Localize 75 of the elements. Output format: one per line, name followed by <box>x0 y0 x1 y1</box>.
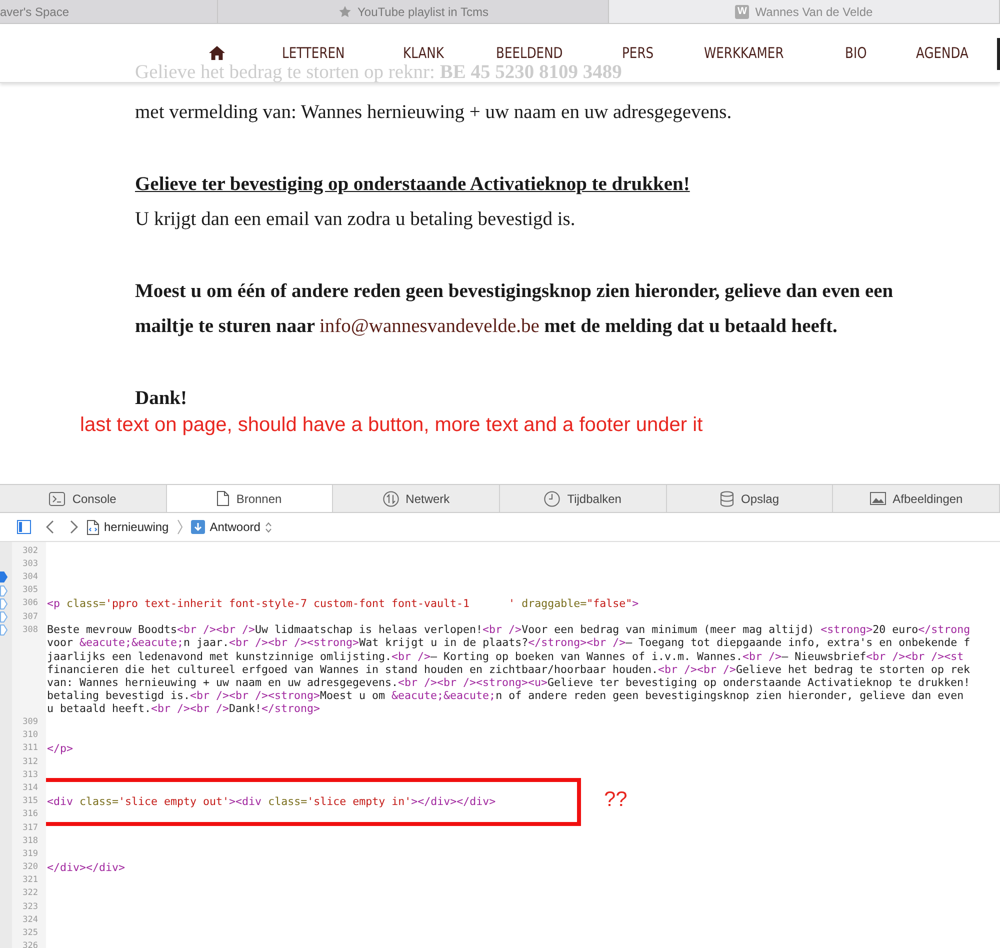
line-number: 303 <box>22 558 38 569</box>
devtools-tab[interactable]: Tijdbalken <box>500 485 667 512</box>
code-line: financieren die het cultureel erfgoed van Wannes in stand houden en zichtbaar/hoorbaar houden.<br /><br />Gelieve het bedrag te storten op rek <box>47 662 970 676</box>
code-line: <p class='ppro text-inherit font-style-7 custom-font font-vault-1 ' draggable="false"> <box>47 596 639 610</box>
nav-link[interactable]: BEELDEND <box>496 44 564 62</box>
separator-icon <box>176 519 183 535</box>
line-number: 313 <box>22 770 38 780</box>
nav-link[interactable]: PERS <box>622 44 654 62</box>
star-icon <box>338 4 352 18</box>
back-icon[interactable] <box>45 520 55 534</box>
line-number: 305 <box>22 585 38 596</box>
forward-icon[interactable] <box>69 520 79 534</box>
line-number: 306 <box>22 598 38 608</box>
code-line: </div></div> <box>47 860 126 874</box>
paragraph: met vermelding van: Wannes hernieuwing + uw naam en uw adresgegevens. <box>135 101 733 125</box>
line-number: 302 <box>22 546 38 556</box>
line-number: 310 <box>22 730 38 740</box>
home-icon[interactable] <box>208 45 226 61</box>
nav-link[interactable]: KLANK <box>402 44 444 62</box>
line-number: 315 <box>22 796 38 806</box>
line-number: 319 <box>22 848 38 859</box>
paragraph: U krijgt dan een email van zodra u betaling bevestigd is. <box>135 208 576 232</box>
line-number: 323 <box>22 902 38 912</box>
line-number: 326 <box>22 941 38 948</box>
line-number: 318 <box>22 836 38 846</box>
email-link[interactable]: info@wannesvandevelde.be <box>320 316 540 337</box>
clock-icon <box>544 490 560 506</box>
devtools-tab[interactable]: Opslag <box>666 485 834 512</box>
nav-link[interactable]: WERKKAMER <box>704 44 784 62</box>
code-line: betaling bevestigd is.<br /><br /><strong>Moest u om &eacute;&eacute;n of andere reden geen bevestigingsknop zien hieronder, gelieve dan even <box>47 689 964 702</box>
site-icon: W <box>735 4 750 18</box>
sidebar-toggle-icon[interactable] <box>17 520 31 534</box>
file-icon <box>87 520 99 534</box>
question-marks: ?? <box>604 788 628 812</box>
line-number: 325 <box>22 928 38 938</box>
line-number: 317 <box>22 822 38 833</box>
line-number: 309 <box>22 717 38 728</box>
chooser-icon <box>265 522 272 532</box>
code-line: Beste mevrouw Boodts<br /><br />Uw lidmaatschap is helaas verlopen!<br />Voor een bedrag van minimum (meer mag altijd) <strong>20 euro</strong <box>47 623 970 636</box>
paragraph: Moest u om één of andere reden geen bevestigingsknop zien hieronder, gelieve dan even een mailtje te sturen naar info@wannesvandevelde.be met de melding dat u betaald heeft. <box>135 280 894 339</box>
image-icon <box>870 492 886 505</box>
line-number: 304 <box>22 572 38 582</box>
devtools-tab[interactable]: Bronnen <box>166 485 334 512</box>
code-line: van: Wannes hernieuwing + uw naam en uw adresgegevens.<br /><br /><strong><u>Gelieve ter bevestiging op onderstaande Activatieknop te drukken! <box>47 676 970 689</box>
line-number: 321 <box>22 875 38 886</box>
line-number: 316 <box>22 809 38 820</box>
nav-link[interactable]: BIO <box>845 44 868 62</box>
paragraph: Gelieve ter bevestiging op onderstaande Activatieknop te drukken! <box>135 172 691 196</box>
line-number: 314 <box>22 782 38 793</box>
line-number: 322 <box>22 888 38 898</box>
line-number: 324 <box>22 914 38 925</box>
line-number: 311 <box>22 743 38 754</box>
breakpoint-icon[interactable] <box>0 571 8 584</box>
nav-link[interactable]: LETTEREN <box>282 44 345 62</box>
breadcrumb-item[interactable]: Antwoord <box>190 520 272 534</box>
code-line: voor &eacute;&eacute;n jaar.<br /><br /><strong>Wat krijgt u in de plaats?</strong><br />– Toegang tot diepgaande info, extra's en onbekende f <box>47 636 970 650</box>
code-line: </p> <box>47 742 74 755</box>
line-number: 307 <box>22 612 38 622</box>
download-icon <box>190 520 205 534</box>
devtools-tab[interactable]: Afbeeldingen <box>833 485 1000 512</box>
line-number: 312 <box>22 756 38 767</box>
file-icon <box>217 491 230 506</box>
code-line: u betaald heeft.<br /><br />Dank!</strong> <box>47 702 320 716</box>
console-icon <box>49 492 66 506</box>
network-icon <box>382 490 399 506</box>
code-line: jaarlijks een ledenavond met kunstzinnige omlijsting.<br />– Korting op boeken van Wannes of i.v.m. Wannes.<br />– Nieuwsbrief<br /><br /><st <box>47 650 964 663</box>
nav-link[interactable]: AGENDA <box>916 44 968 62</box>
breadcrumb-item[interactable]: hernieuwing <box>87 520 169 534</box>
database-icon <box>720 490 734 506</box>
paragraph: Dank! <box>135 386 188 410</box>
line-number: 320 <box>22 862 38 872</box>
code-line: <div class='slice empty out'><div class='slice empty in'></div></div> <box>47 794 496 808</box>
line-number: 308 <box>22 624 38 635</box>
devtools-tab[interactable]: Netwerk <box>333 485 500 512</box>
annotation-text: last text on page, should have a button, more text and a footer under it <box>80 414 704 437</box>
